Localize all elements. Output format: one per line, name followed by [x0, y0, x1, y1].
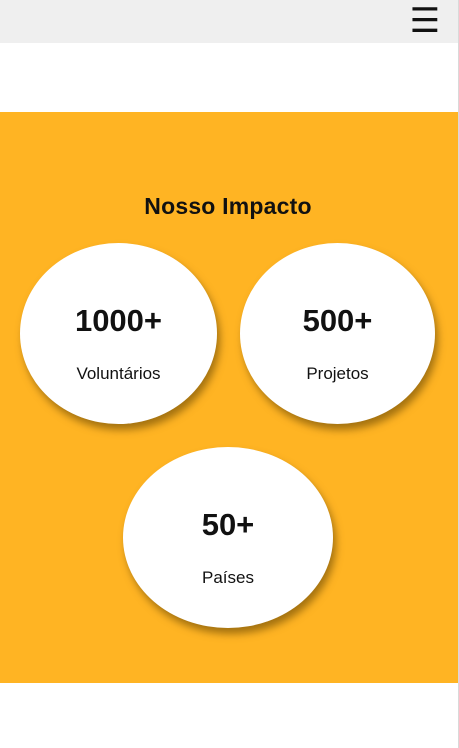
stat-card-volunteers: 1000+ Voluntários	[20, 243, 217, 424]
top-nav-bar: ☰	[0, 0, 459, 43]
page: ☰ Nosso Impacto 1000+ Voluntários 500+ P…	[0, 0, 459, 748]
hamburger-menu-icon[interactable]: ☰	[409, 3, 441, 39]
impact-section: Nosso Impacto 1000+ Voluntários 500+ Pro…	[0, 112, 458, 683]
stat-label: Países	[202, 568, 254, 587]
stat-card-projects: 500+ Projetos	[240, 243, 435, 424]
stat-value: 500+	[302, 303, 373, 338]
stat-value: 50+	[201, 507, 255, 542]
stat-value: 1000+	[74, 303, 163, 338]
impact-title: Nosso Impacto	[144, 193, 312, 219]
stat-label: Projetos	[306, 364, 369, 383]
stat-card-countries: 50+ Países	[123, 447, 333, 628]
stat-label: Voluntários	[76, 364, 161, 383]
